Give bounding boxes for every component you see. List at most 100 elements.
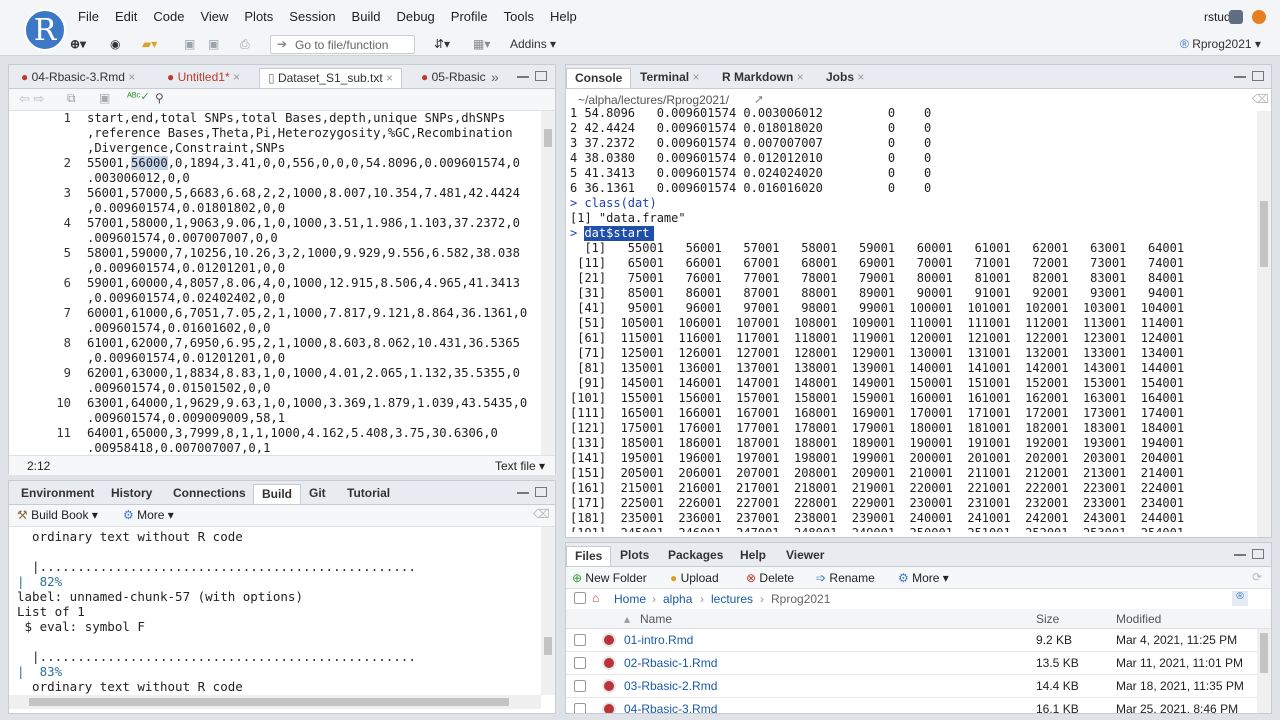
file-name[interactable]: 02-Rbasic-1.Rmd <box>624 656 717 670</box>
open-file-icon[interactable]: ▰▾ <box>142 37 157 51</box>
console-output[interactable]: 1 54.8096 0.009601574 0.003006012 0 02 4… <box>570 106 1252 532</box>
crumb-rprog2021[interactable]: Rprog2021 <box>771 592 830 606</box>
close-icon[interactable]: × <box>128 70 135 84</box>
col-modified[interactable]: Modified <box>1116 612 1161 626</box>
save-icon[interactable]: ▣ <box>184 37 195 51</box>
file-row[interactable]: 01-intro.Rmd 9.2 KB Mar 4, 2021, 11:25 PM <box>566 629 1257 652</box>
build-hscrollbar[interactable] <box>9 695 541 709</box>
scroll-thumb[interactable] <box>1260 633 1268 673</box>
tab-viewer[interactable]: Viewer <box>778 546 832 566</box>
tab-rbasic5[interactable]: ● 05-Rbasic <box>413 68 494 88</box>
file-name[interactable]: 04-Rbasic-3.Rmd <box>624 702 717 713</box>
minimize-icon[interactable] <box>517 492 529 495</box>
scroll-thumb[interactable] <box>1260 201 1268 267</box>
maximize-icon[interactable] <box>1252 549 1264 559</box>
more-button[interactable]: ⚙ More ▾ <box>898 571 949 585</box>
delete-button[interactable]: ⊗ Delete <box>746 571 794 585</box>
tab-history[interactable]: History <box>103 484 160 504</box>
more-tabs-icon[interactable]: » <box>491 69 499 85</box>
spellcheck-icon[interactable]: ᴬᴮᶜ✓ <box>127 90 150 103</box>
close-icon[interactable]: × <box>386 71 393 85</box>
new-file-icon[interactable]: ⊕▾ <box>70 37 86 51</box>
clear-console-icon[interactable]: ⌫ <box>1252 92 1269 106</box>
maximize-icon[interactable] <box>535 71 547 81</box>
tab-dataset[interactable]: ▯ Dataset_S1_sub.txt × <box>259 68 403 88</box>
close-icon[interactable]: × <box>797 70 804 84</box>
file-name[interactable]: 01-intro.Rmd <box>624 633 693 647</box>
minimize-icon[interactable] <box>1234 554 1246 557</box>
scroll-thumb[interactable] <box>544 129 552 147</box>
tab-terminal[interactable]: Terminal × <box>632 68 707 88</box>
file-row[interactable]: 04-Rbasic-3.Rmd 16.1 KB Mar 25, 2021, 8:46… <box>566 698 1257 713</box>
tab-help[interactable]: Help <box>732 546 774 566</box>
tab-files[interactable]: Files <box>566 546 612 566</box>
back-icon[interactable]: ⇦ ⇨ <box>19 91 44 107</box>
tab-connections[interactable]: Connections <box>165 484 254 504</box>
tab-environment[interactable]: Environment <box>13 484 102 504</box>
tab-untitled1[interactable]: ● Untitled1* × <box>159 68 248 88</box>
tab-git[interactable]: Git <box>301 484 334 504</box>
select-all-checkbox[interactable] <box>574 592 586 604</box>
addins-menu[interactable]: Addins ▾ <box>510 37 556 51</box>
tab-build[interactable]: Build <box>253 484 301 504</box>
menu-profile[interactable]: Profile <box>443 9 496 24</box>
build-scrollbar[interactable] <box>541 527 555 695</box>
filetype-selector[interactable]: Text file ▾ <box>495 459 545 473</box>
file-checkbox[interactable] <box>574 634 586 646</box>
menu-build[interactable]: Build <box>344 9 389 24</box>
print-icon[interactable]: ⎙ <box>240 37 250 52</box>
refresh-icon[interactable]: ⟳ <box>1252 570 1262 584</box>
menu-debug[interactable]: Debug <box>388 9 442 24</box>
save-all-icon[interactable]: ▣ <box>208 37 219 51</box>
files-scrollbar[interactable] <box>1257 629 1271 713</box>
close-icon[interactable]: × <box>233 70 240 84</box>
project-menu[interactable]: ® Rprog2021 ▾ <box>1180 37 1261 51</box>
file-name[interactable]: 03-Rbasic-2.Rmd <box>624 679 717 693</box>
git-icon[interactable]: ⇵▾ <box>434 37 450 51</box>
close-icon[interactable]: × <box>692 70 699 84</box>
goto-file-input[interactable]: Go to file/function <box>270 35 415 54</box>
new-project-icon[interactable]: ◉ <box>110 37 120 51</box>
logout-icon[interactable] <box>1229 10 1243 24</box>
menu-file[interactable]: File <box>70 9 107 24</box>
file-checkbox[interactable] <box>574 657 586 669</box>
file-row[interactable]: 03-Rbasic-2.Rmd 14.4 KB Mar 18, 2021, 11:3… <box>566 675 1257 698</box>
file-row[interactable]: 02-Rbasic-1.Rmd 13.5 KB Mar 11, 2021, 11:0… <box>566 652 1257 675</box>
file-checkbox[interactable] <box>574 703 586 713</box>
maximize-icon[interactable] <box>535 487 547 497</box>
home-icon[interactable]: ⌂ <box>592 591 599 605</box>
power-icon[interactable] <box>1252 10 1266 24</box>
tab-plots[interactable]: Plots <box>612 546 657 566</box>
maximize-icon[interactable] <box>1252 71 1264 81</box>
crumb-home[interactable]: Home <box>614 592 646 606</box>
crumb-lectures[interactable]: lectures <box>711 592 753 606</box>
menu-view[interactable]: View <box>192 9 236 24</box>
tab-console[interactable]: Console <box>566 68 632 88</box>
build-book-button[interactable]: ⚒ Build Book ▾ <box>17 508 98 522</box>
tab-jobs[interactable]: Jobs × <box>818 68 872 88</box>
console-scrollbar[interactable] <box>1257 111 1271 537</box>
file-checkbox[interactable] <box>574 680 586 692</box>
save-icon[interactable]: ▣ <box>99 91 110 105</box>
editor-scrollbar[interactable] <box>541 111 555 455</box>
tab-rbasic3[interactable]: ● 04-Rbasic-3.Rmd × <box>13 68 143 88</box>
close-icon[interactable]: × <box>857 70 864 84</box>
search-icon[interactable]: ⚲ <box>155 91 164 105</box>
minimize-icon[interactable] <box>1234 76 1246 79</box>
project-icon[interactable]: ® <box>1232 591 1248 606</box>
menu-session[interactable]: Session <box>281 9 343 24</box>
hscroll-thumb[interactable] <box>29 698 509 706</box>
menu-code[interactable]: Code <box>145 9 192 24</box>
col-size[interactable]: Size <box>1036 612 1059 626</box>
col-name[interactable]: Name <box>640 612 672 626</box>
tab-packages[interactable]: Packages <box>660 546 731 566</box>
menu-help[interactable]: Help <box>542 9 585 24</box>
rename-button[interactable]: ➩ Rename <box>816 571 875 585</box>
menu-plots[interactable]: Plots <box>236 9 281 24</box>
new-folder-button[interactable]: ⊕ New Folder <box>572 571 647 585</box>
tab-tutorial[interactable]: Tutorial <box>339 484 398 504</box>
tab-rmarkdown[interactable]: R Markdown × <box>714 68 812 88</box>
scroll-thumb[interactable] <box>544 637 552 655</box>
menu-tools[interactable]: Tools <box>496 9 542 24</box>
crumb-alpha[interactable]: alpha <box>663 592 692 606</box>
